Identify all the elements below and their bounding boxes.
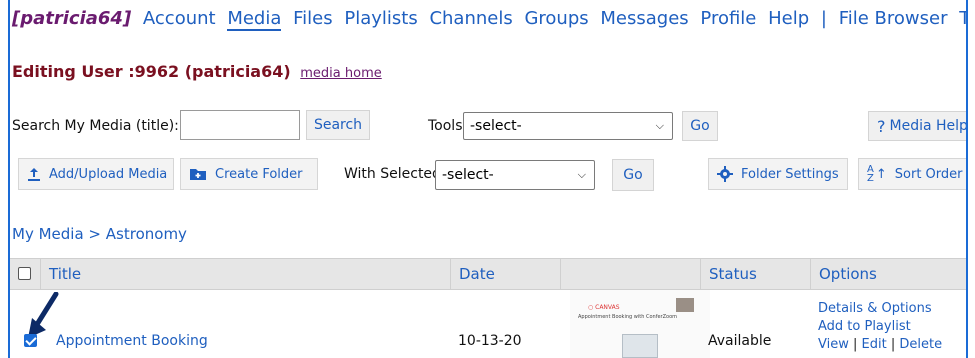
thumbnail-brand: ○ CANVAS	[588, 304, 620, 311]
column-options: Options	[810, 259, 966, 289]
search-button[interactable]: Search	[306, 110, 370, 140]
with-selected-label: With Selected	[344, 166, 441, 182]
with-selected-select[interactable]: -select- ⌵	[435, 160, 595, 190]
select-all-checkbox[interactable]	[18, 267, 31, 280]
row-checkbox[interactable]	[24, 334, 37, 347]
row-options: Details & Options Add to Playlist View |…	[818, 300, 942, 354]
add-upload-label: Add/Upload Media	[49, 166, 168, 182]
create-folder-button[interactable]: Create Folder	[180, 158, 318, 190]
tools-select-value: -select-	[470, 118, 522, 134]
question-icon: ?	[877, 116, 886, 136]
breadcrumb: My Media > Astronomy	[12, 225, 187, 243]
nav-item-help[interactable]: Help	[768, 8, 809, 29]
folder-plus-icon	[189, 167, 207, 181]
sort-az-icon: AZ	[867, 164, 874, 184]
row-actions: View | Edit | Delete	[818, 336, 942, 354]
thumbnail-screen-image	[622, 334, 658, 358]
nav-item-media[interactable]: Media	[227, 8, 282, 31]
view-link[interactable]: View	[818, 337, 849, 352]
search-input[interactable]	[180, 110, 300, 140]
thumbnail-caption: Appointment Booking with ConferZoom	[578, 314, 677, 320]
editing-title: Editing User :9962 (patricia64)	[12, 62, 291, 81]
breadcrumb-root[interactable]: My Media	[12, 225, 84, 243]
details-options-link[interactable]: Details & Options	[818, 300, 942, 318]
media-status: Available	[708, 333, 772, 349]
tools-select[interactable]: -select- ⌵	[463, 112, 673, 140]
separator: |	[890, 337, 896, 352]
nav-item-file-browser[interactable]: File Browser	[839, 8, 948, 29]
add-upload-media-button[interactable]: Add/Upload Media	[18, 158, 174, 190]
folder-settings-button[interactable]: Folder Settings	[708, 158, 848, 190]
edit-link[interactable]: Edit	[862, 337, 887, 352]
media-title-link[interactable]: Appointment Booking	[56, 333, 208, 349]
nav-item-files[interactable]: Files	[293, 8, 333, 29]
thumbnail-presenter-image	[676, 298, 694, 312]
media-help-button[interactable]: ? Media Help/	[868, 111, 968, 141]
column-status[interactable]: Status	[700, 259, 810, 289]
arrow-up-icon: ↑	[875, 166, 887, 182]
nav-item-profile[interactable]: Profile	[700, 8, 756, 29]
column-date[interactable]: Date	[450, 259, 560, 289]
chevron-down-icon: ⌵	[577, 168, 586, 181]
top-nav: [patricia64] Account Media Files Playlis…	[12, 8, 966, 31]
breadcrumb-separator: >	[88, 225, 101, 243]
with-selected-value: -select-	[442, 167, 494, 183]
add-to-playlist-link[interactable]: Add to Playlist	[818, 318, 942, 336]
nav-item-account[interactable]: Account	[143, 8, 216, 29]
folder-settings-label: Folder Settings	[741, 166, 839, 182]
nav-separator: |	[820, 8, 827, 29]
nav-username[interactable]: [patricia64]	[12, 8, 131, 29]
nav-item-messages[interactable]: Messages	[600, 8, 688, 29]
tools-go-button[interactable]: Go	[682, 111, 718, 141]
chevron-down-icon: ⌵	[655, 119, 664, 132]
tools-label: Tools	[428, 118, 463, 134]
breadcrumb-current[interactable]: Astronomy	[106, 225, 187, 243]
column-title[interactable]: Title	[40, 259, 450, 289]
separator: |	[853, 337, 858, 352]
sort-order-label: Sort Order	[894, 166, 963, 182]
media-home-link[interactable]: media home	[300, 66, 381, 81]
gear-icon	[717, 166, 733, 182]
media-date: 10-13-20	[458, 333, 522, 349]
nav-item-groups[interactable]: Groups	[524, 8, 588, 29]
upload-icon	[27, 167, 41, 181]
nav-item-track[interactable]: Track	[959, 8, 966, 29]
create-folder-label: Create Folder	[215, 166, 303, 182]
column-thumbnail	[560, 259, 700, 289]
page-frame: [patricia64] Account Media Files Playlis…	[8, 0, 968, 358]
sort-order-button[interactable]: AZ ↑ Sort Order	[858, 158, 966, 190]
with-selected-go-button[interactable]: Go	[612, 159, 654, 191]
editing-heading: Editing User :9962 (patricia64) media ho…	[12, 62, 382, 81]
nav-item-channels[interactable]: Channels	[429, 8, 512, 29]
nav-item-playlists[interactable]: Playlists	[344, 8, 417, 29]
media-table-header: Title Date Status Options	[10, 258, 966, 290]
media-help-label: Media Help/	[889, 118, 968, 134]
media-thumbnail[interactable]: ○ CANVAS Appointment Booking with Confer…	[570, 290, 710, 358]
delete-link[interactable]: Delete	[899, 337, 942, 352]
search-label: Search My Media (title):	[12, 118, 179, 134]
